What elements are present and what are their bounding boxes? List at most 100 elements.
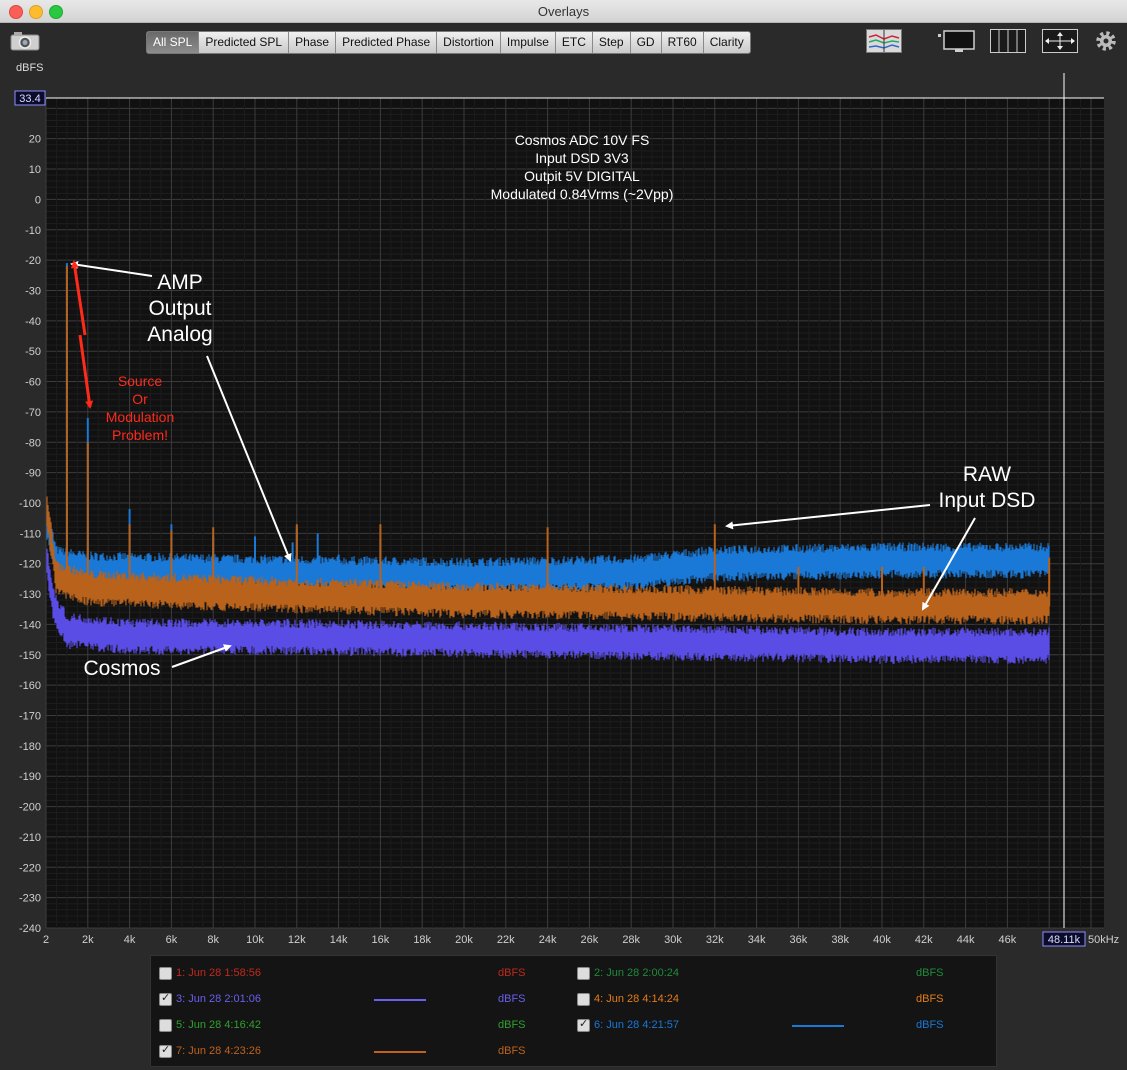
- x-tick-label: 4k: [124, 934, 136, 946]
- legend-label: 6: Jun 28 4:21:57: [594, 1019, 680, 1031]
- y-tick-label: -150: [19, 650, 41, 662]
- y-tick-label: -10: [25, 225, 41, 237]
- legend-row: 2: Jun 28 2:00:24 dBFS: [574, 964, 984, 982]
- legend-label: 2: Jun 28 2:00:24: [594, 967, 680, 979]
- legend-unit: dBFS: [498, 1045, 526, 1057]
- graph-type-tabs: All SPL Predicted SPL Phase Predicted Phase…: [146, 31, 751, 54]
- columns-icon[interactable]: [990, 29, 1026, 53]
- x-tick-label: 2k: [82, 934, 94, 946]
- y-tick-label: -240: [19, 923, 41, 935]
- info-line: Cosmos ADC 10V FS: [515, 132, 650, 148]
- fit-to-window-icon[interactable]: [1042, 29, 1078, 53]
- y-tick-label: -60: [25, 377, 41, 389]
- tab-phase[interactable]: Phase: [289, 32, 337, 53]
- y-tick-label: -30: [25, 285, 41, 297]
- x-tick-label: 6k: [166, 934, 178, 946]
- tab-impulse[interactable]: Impulse: [501, 32, 556, 53]
- legend-unit: dBFS: [916, 967, 944, 979]
- overlay-graph-icon[interactable]: [866, 29, 902, 53]
- x-tick-label: 22k: [497, 934, 515, 946]
- camera-icon[interactable]: [10, 31, 40, 51]
- legend-label: 4: Jun 28 4:14:24: [594, 993, 680, 1005]
- info-line: Input DSD 3V3: [535, 150, 629, 166]
- tab-predicted-phase[interactable]: Predicted Phase: [336, 32, 438, 53]
- y-tick-label: 0: [35, 194, 41, 206]
- legend-unit: dBFS: [916, 1019, 944, 1031]
- legend-panel: 1: Jun 28 1:58:56 dBFS 2: Jun 28 2:00:24 dB…: [150, 955, 997, 1067]
- spl-overlay-chart[interactable]: 20 10 0 -10 -20 -30 -40 -50 -60 -70 -80 -90 -100 -110…: [0, 62, 1127, 952]
- monitor-icon[interactable]: [938, 29, 976, 53]
- tab-gd[interactable]: GD: [631, 32, 662, 53]
- legend-checkbox[interactable]: [159, 967, 172, 980]
- x-tick-label: 46k: [999, 934, 1017, 946]
- tab-predicted-spl[interactable]: Predicted SPL: [199, 32, 290, 53]
- x-tick-label: 20k: [455, 934, 473, 946]
- annotation-line: Analog: [147, 323, 212, 346]
- x-tick-label: 30k: [664, 934, 682, 946]
- cursor-y-readout: 33.4: [19, 93, 40, 105]
- tab-rt60[interactable]: RT60: [662, 32, 704, 53]
- y-tick-label: -140: [19, 619, 41, 631]
- window-title: Overlays: [537, 4, 590, 19]
- annotation-line: AMP: [157, 271, 203, 294]
- x-tick-label: 28k: [622, 934, 640, 946]
- legend-checkbox[interactable]: [577, 967, 590, 980]
- tab-clarity[interactable]: Clarity: [704, 32, 750, 53]
- legend-row: 6: Jun 28 4:21:57 dBFS: [574, 1016, 984, 1034]
- legend-unit: dBFS: [498, 967, 526, 979]
- tab-etc[interactable]: ETC: [556, 32, 593, 53]
- y-tick-label: -70: [25, 407, 41, 419]
- annotation-line: Or: [132, 391, 148, 407]
- y-tick-label: -120: [19, 559, 41, 571]
- annotation-line: RAW: [963, 463, 1011, 486]
- annotation-line: Source: [118, 373, 163, 389]
- legend-label: 5: Jun 28 4:16:42: [176, 1019, 262, 1031]
- y-tick-label: 20: [29, 134, 41, 146]
- legend-checkbox[interactable]: [159, 1019, 172, 1032]
- y-tick-label: -20: [25, 255, 41, 267]
- y-tick-label: -90: [25, 468, 41, 480]
- annotation-text: Cosmos: [83, 657, 160, 680]
- legend-swatch: [374, 1051, 426, 1053]
- tab-step[interactable]: Step: [593, 32, 631, 53]
- legend-row: 1: Jun 28 1:58:56 dBFS: [156, 964, 566, 982]
- legend-checkbox[interactable]: [159, 1043, 172, 1058]
- y-tick-label: -220: [19, 862, 41, 874]
- legend-swatch: [374, 999, 426, 1001]
- legend-checkbox[interactable]: [577, 1017, 590, 1032]
- y-tick-label: -160: [19, 680, 41, 692]
- legend-label: 3: Jun 28 2:01:06: [176, 993, 262, 1005]
- x-tick-label: 8k: [207, 934, 219, 946]
- cursor-x-readout: 48.11k: [1048, 934, 1081, 946]
- annotation-line: Modulation: [106, 409, 175, 425]
- legend-unit: dBFS: [916, 993, 944, 1005]
- x-tick-label: 12k: [288, 934, 306, 946]
- legend-checkbox[interactable]: [577, 993, 590, 1006]
- annotation-line: Input DSD: [939, 489, 1036, 512]
- x-tick-label: 34k: [748, 934, 766, 946]
- y-tick-label: -100: [19, 498, 41, 510]
- annotation-line: Cosmos: [83, 657, 160, 680]
- legend-label: 7: Jun 28 4:23:26: [176, 1045, 262, 1057]
- settings-gear-icon[interactable]: [1094, 29, 1118, 53]
- plot-area[interactable]: [46, 98, 1104, 928]
- tab-distortion[interactable]: Distortion: [437, 32, 501, 53]
- tab-all-spl[interactable]: All SPL: [147, 32, 200, 53]
- x-tick-label: 42k: [915, 934, 933, 946]
- y-tick-label: -170: [19, 710, 41, 722]
- legend-row: 7: Jun 28 4:23:26 dBFS: [156, 1042, 566, 1060]
- y-tick-label: -80: [25, 437, 41, 449]
- legend-row: 4: Jun 28 4:14:24 dBFS: [574, 990, 984, 1008]
- y-tick-label: -110: [20, 528, 41, 540]
- legend-row: 5: Jun 28 4:16:42 dBFS: [156, 1016, 566, 1034]
- window-titlebar: Overlays: [0, 0, 1127, 23]
- y-tick-label: -230: [19, 893, 41, 905]
- legend-checkbox[interactable]: [159, 991, 172, 1006]
- annotation-line: Output: [148, 297, 211, 320]
- y-tick-label: -40: [25, 316, 41, 328]
- x-tick-label: 32k: [706, 934, 724, 946]
- x-tick-label: 14k: [330, 934, 348, 946]
- x-tick-label: 26k: [581, 934, 599, 946]
- x-tick-label: 10k: [246, 934, 264, 946]
- x-tick-label: 44k: [957, 934, 975, 946]
